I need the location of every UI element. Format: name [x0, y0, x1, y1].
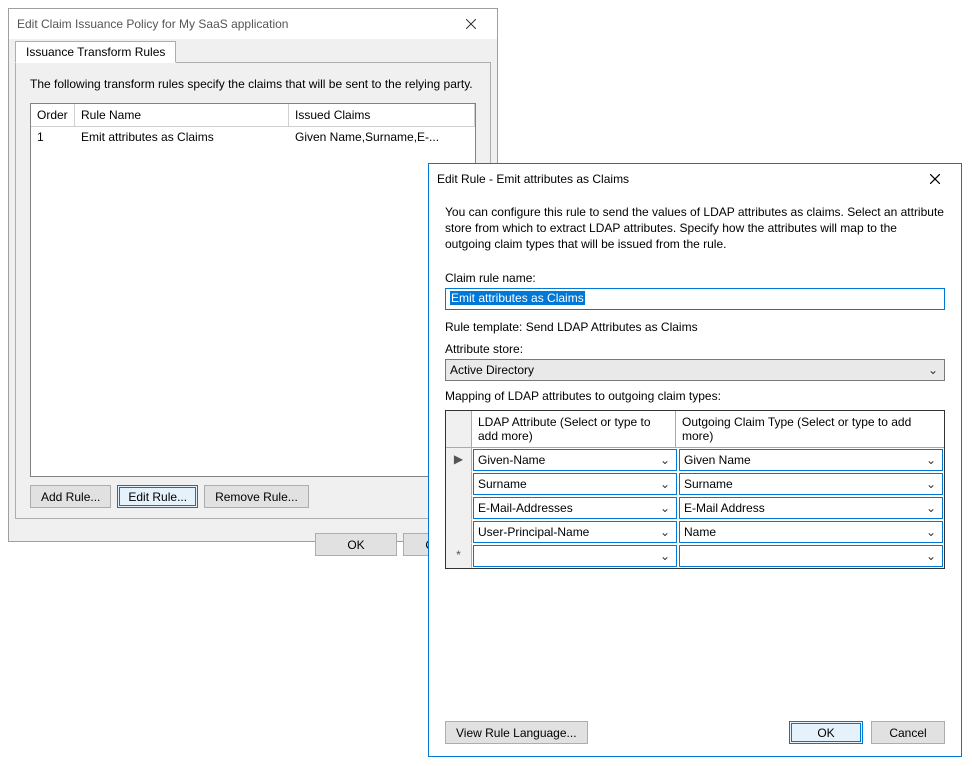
cell-rule-name: Emit attributes as Claims	[75, 127, 289, 147]
chevron-down-icon: ⌄	[926, 363, 940, 377]
col-order[interactable]: Order	[31, 104, 75, 127]
policy-ok-button[interactable]: OK	[315, 533, 397, 556]
col-ldap-attribute[interactable]: LDAP Attribute (Select or type to add mo…	[472, 411, 676, 447]
ldap-attr-combo[interactable]: Given-Name⌄	[473, 449, 677, 471]
close-icon[interactable]	[451, 10, 491, 38]
chevron-down-icon: ⌄	[658, 549, 672, 563]
rule-titlebar: Edit Rule - Emit attributes as Claims	[429, 164, 961, 194]
chevron-down-icon: ⌄	[658, 501, 672, 515]
tab-issuance-transform-rules[interactable]: Issuance Transform Rules	[15, 41, 176, 63]
rule-cancel-button[interactable]: Cancel	[871, 721, 945, 744]
row-marker	[446, 472, 472, 496]
mapping-row-new: * ⌄ ⌄	[446, 544, 944, 568]
chevron-down-icon: ⌄	[924, 501, 938, 515]
claim-type-combo[interactable]: E-Mail Address⌄	[679, 497, 943, 519]
policy-body: The following transform rules specify th…	[15, 63, 491, 519]
rules-grid-header: Order Rule Name Issued Claims	[31, 104, 475, 127]
rule-buttons-row: Add Rule... Edit Rule... Remove Rule...	[30, 485, 476, 508]
policy-dialog-buttons: OK Cancel	[9, 525, 497, 566]
mapping-row: User-Principal-Name⌄ Name⌄	[446, 520, 944, 544]
edit-rule-button[interactable]: Edit Rule...	[117, 485, 198, 508]
policy-intro: The following transform rules specify th…	[30, 77, 476, 91]
attribute-store-label: Attribute store:	[445, 342, 945, 356]
cell-order: 1	[31, 127, 75, 147]
ldap-attr-combo[interactable]: ⌄	[473, 545, 677, 567]
edit-rule-window: Edit Rule - Emit attributes as Claims Yo…	[428, 163, 962, 757]
chevron-down-icon: ⌄	[924, 525, 938, 539]
chevron-down-icon: ⌄	[924, 549, 938, 563]
rules-grid-row[interactable]: 1 Emit attributes as Claims Given Name,S…	[31, 127, 475, 147]
add-rule-button[interactable]: Add Rule...	[30, 485, 111, 508]
rule-title: Edit Rule - Emit attributes as Claims	[437, 172, 915, 186]
chevron-down-icon: ⌄	[658, 477, 672, 491]
mapping-row: Surname⌄ Surname⌄	[446, 472, 944, 496]
row-marker: ▶	[446, 448, 472, 472]
ldap-attr-combo[interactable]: E-Mail-Addresses⌄	[473, 497, 677, 519]
ldap-attr-combo[interactable]: Surname⌄	[473, 473, 677, 495]
row-header-blank	[446, 411, 472, 447]
mapping-row: ▶ Given-Name⌄ Given Name⌄	[446, 448, 944, 472]
rule-description: You can configure this rule to send the …	[445, 204, 945, 253]
chevron-down-icon: ⌄	[658, 453, 672, 467]
rule-template-line: Rule template: Send LDAP Attributes as C…	[445, 320, 945, 334]
rules-grid[interactable]: Order Rule Name Issued Claims 1 Emit att…	[30, 103, 476, 477]
claim-type-combo[interactable]: Name⌄	[679, 521, 943, 543]
chevron-down-icon: ⌄	[924, 453, 938, 467]
claim-rule-name-value: Emit attributes as Claims	[450, 291, 585, 305]
rule-footer: View Rule Language... OK Cancel	[445, 711, 945, 744]
rule-ok-button[interactable]: OK	[789, 721, 863, 744]
chevron-down-icon: ⌄	[924, 477, 938, 491]
chevron-down-icon: ⌄	[658, 525, 672, 539]
row-marker	[446, 496, 472, 520]
ldap-attr-combo[interactable]: User-Principal-Name⌄	[473, 521, 677, 543]
col-issued-claims[interactable]: Issued Claims	[289, 104, 475, 127]
mapping-row: E-Mail-Addresses⌄ E-Mail Address⌄	[446, 496, 944, 520]
attribute-store-combo[interactable]: Active Directory ⌄	[445, 359, 945, 381]
claim-rule-name-input[interactable]: Emit attributes as Claims	[445, 288, 945, 310]
cell-issued: Given Name,Surname,E-...	[289, 127, 475, 147]
row-marker	[446, 520, 472, 544]
claim-type-combo[interactable]: Surname⌄	[679, 473, 943, 495]
col-outgoing-claim[interactable]: Outgoing Claim Type (Select or type to a…	[676, 411, 944, 447]
view-rule-language-button[interactable]: View Rule Language...	[445, 721, 588, 744]
mapping-label: Mapping of LDAP attributes to outgoing c…	[445, 389, 945, 403]
close-icon[interactable]	[915, 165, 955, 193]
col-rule-name[interactable]: Rule Name	[75, 104, 289, 127]
row-marker: *	[446, 544, 472, 568]
rule-body: You can configure this rule to send the …	[429, 194, 961, 756]
policy-tabstrip: Issuance Transform Rules	[15, 41, 491, 63]
claim-type-combo[interactable]: Given Name⌄	[679, 449, 943, 471]
attribute-store-value: Active Directory	[450, 363, 534, 377]
remove-rule-button[interactable]: Remove Rule...	[204, 485, 309, 508]
policy-title: Edit Claim Issuance Policy for My SaaS a…	[17, 17, 451, 31]
mapping-grid-header: LDAP Attribute (Select or type to add mo…	[446, 411, 944, 448]
claim-type-combo[interactable]: ⌄	[679, 545, 943, 567]
policy-window: Edit Claim Issuance Policy for My SaaS a…	[8, 8, 498, 542]
mapping-grid: LDAP Attribute (Select or type to add mo…	[445, 410, 945, 569]
policy-titlebar: Edit Claim Issuance Policy for My SaaS a…	[9, 9, 497, 39]
claim-rule-name-label: Claim rule name:	[445, 271, 945, 285]
